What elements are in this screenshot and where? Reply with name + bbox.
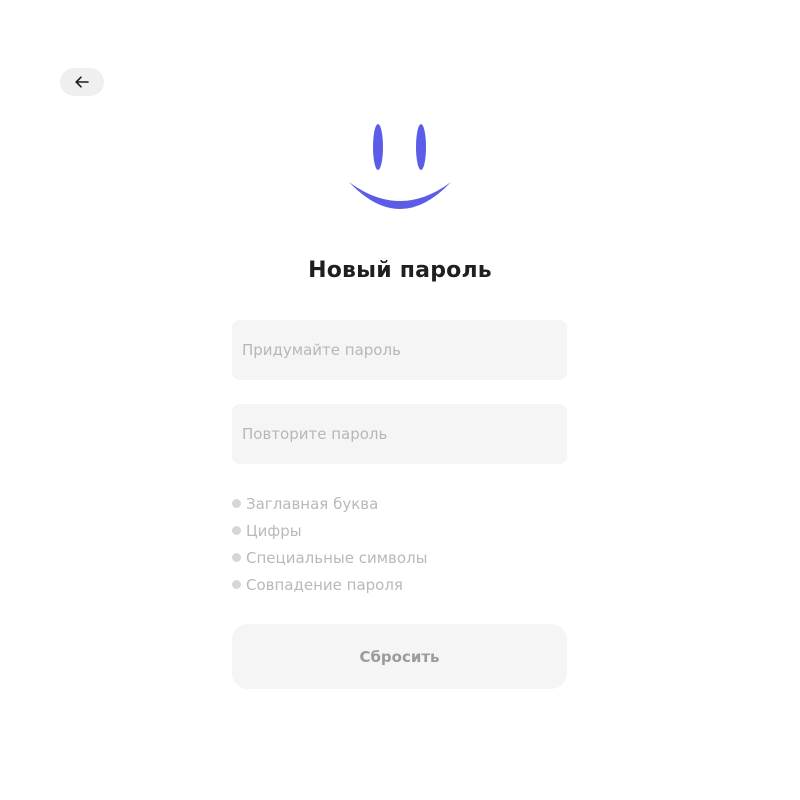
smiley-face-icon (349, 124, 451, 209)
requirement-digits: Цифры (232, 517, 428, 544)
requirement-status-icon (232, 553, 241, 562)
requirement-password-match: Совпадение пароля (232, 571, 428, 598)
arrow-left-icon (75, 76, 89, 88)
smiley-mouth (349, 182, 451, 209)
page-title: Новый пароль (308, 258, 492, 283)
requirement-label: Специальные символы (246, 548, 428, 567)
smiley-right-eye (416, 124, 426, 170)
requirement-label: Заглавная буква (246, 494, 379, 513)
requirement-status-icon (232, 580, 241, 589)
repeat-password-field[interactable] (232, 404, 567, 464)
back-button[interactable] (60, 68, 104, 96)
new-password-input[interactable] (232, 320, 567, 380)
repeat-password-input[interactable] (232, 404, 567, 464)
requirement-status-icon (232, 526, 241, 535)
requirement-status-icon (232, 499, 241, 508)
requirement-uppercase: Заглавная буква (232, 490, 428, 517)
smiley-left-eye (373, 124, 383, 170)
requirement-label: Цифры (246, 521, 302, 540)
reset-button[interactable]: Сбросить (232, 624, 567, 689)
password-requirements-list: Заглавная буква Цифры Специальные символ… (232, 490, 428, 598)
new-password-field[interactable] (232, 320, 567, 380)
new-password-page: Новый пароль Заглавная буква Цифры Специ… (0, 0, 800, 800)
requirement-special-chars: Специальные символы (232, 544, 428, 571)
requirement-label: Совпадение пароля (246, 575, 403, 594)
